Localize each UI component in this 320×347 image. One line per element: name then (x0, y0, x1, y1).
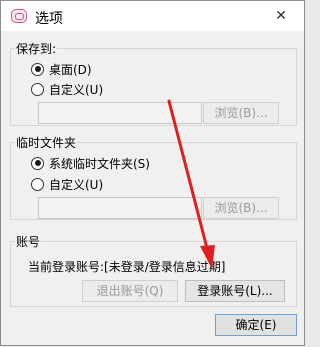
red-arrow-icon (167, 99, 215, 269)
options-dialog: 选项 ✕ 保存到: 桌面(D) 自定义(U) 浏览(B)... 临时文件夹 系统… (0, 0, 305, 346)
